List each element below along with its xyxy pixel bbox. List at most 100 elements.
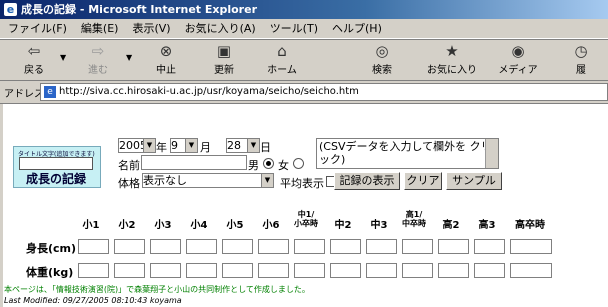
average-label: 平均表示 bbox=[280, 177, 324, 190]
male-label: 男 bbox=[248, 159, 259, 172]
chevron-down-icon: ▼ bbox=[185, 139, 197, 152]
height-cell[interactable] bbox=[330, 239, 361, 254]
weight-cell[interactable] bbox=[474, 263, 505, 278]
column-header: 小2 bbox=[118, 220, 136, 231]
title-input[interactable] bbox=[19, 157, 93, 170]
weight-cell[interactable] bbox=[510, 263, 552, 278]
day-unit: 日 bbox=[260, 141, 271, 154]
menu-view[interactable]: 表示(V) bbox=[132, 22, 170, 35]
weight-cell[interactable] bbox=[186, 263, 217, 278]
weight-cell[interactable] bbox=[294, 263, 325, 278]
male-radio[interactable] bbox=[263, 158, 274, 169]
menu-file[interactable]: ファイル(F) bbox=[8, 22, 67, 35]
textarea-scrollbar[interactable] bbox=[485, 139, 498, 168]
menu-favorites[interactable]: お気に入り(A) bbox=[185, 22, 256, 35]
ie-logo-icon: e bbox=[4, 3, 17, 16]
weight-cell[interactable] bbox=[402, 263, 433, 278]
page-icon: e bbox=[44, 86, 56, 98]
history-button[interactable]: ◷ 履 bbox=[556, 42, 606, 76]
weight-cell[interactable] bbox=[366, 263, 397, 278]
height-cell[interactable] bbox=[402, 239, 433, 254]
window-title: 成長の記録 - Microsoft Internet Explorer bbox=[21, 3, 257, 16]
toolbar: ⇦ 戻る ▼ ⇨ 進む ▼ ⊗ 中止 ▣ 更新 ⌂ ホーム ◎ 検索 ★ お気に入り ◉ メディ… bbox=[0, 39, 608, 81]
menu-edit[interactable]: 編集(E) bbox=[81, 22, 119, 35]
weight-cell[interactable] bbox=[258, 263, 289, 278]
weight-cell[interactable] bbox=[150, 263, 181, 278]
footer-note: 本ページは、「情報技術演習(院)」で森葉翔子と小山の共同制作として作成しました。 bbox=[4, 285, 310, 294]
physique-select[interactable]: 表示なし ▼ bbox=[142, 173, 274, 188]
menu-help[interactable]: ヘルプ(H) bbox=[332, 22, 382, 35]
column-header: 中2 bbox=[334, 220, 352, 231]
forward-button[interactable]: ⇨ 進む bbox=[70, 42, 126, 76]
address-input[interactable]: e http://siva.cc.hirosaki-u.ac.jp/usr/koy… bbox=[40, 83, 608, 101]
height-cell[interactable] bbox=[222, 239, 253, 254]
chevron-down-icon: ▼ bbox=[247, 139, 259, 152]
day-select[interactable]: 28 ▼ bbox=[226, 138, 260, 153]
height-cell[interactable] bbox=[150, 239, 181, 254]
height-cell[interactable] bbox=[186, 239, 217, 254]
year-unit: 年 bbox=[156, 141, 167, 154]
column-header: 小3 bbox=[154, 220, 172, 231]
height-cell[interactable] bbox=[438, 239, 469, 254]
refresh-icon: ▣ bbox=[216, 42, 232, 60]
weight-cell[interactable] bbox=[330, 263, 361, 278]
column-header: 中3 bbox=[370, 220, 388, 231]
forward-dropdown-icon[interactable]: ▼ bbox=[126, 53, 132, 62]
address-bar: アドレス(D) e http://siva.cc.hirosaki-u.ac.jp… bbox=[0, 81, 608, 104]
chevron-down-icon: ▼ bbox=[143, 139, 155, 152]
chevron-down-icon: ▼ bbox=[261, 174, 273, 187]
back-dropdown-icon[interactable]: ▼ bbox=[60, 53, 66, 62]
height-cell[interactable] bbox=[294, 239, 325, 254]
column-header: 小6 bbox=[262, 220, 280, 231]
show-records-button[interactable]: 記録の表示 bbox=[334, 172, 400, 190]
height-cell[interactable] bbox=[114, 239, 145, 254]
sample-button[interactable]: サンプル bbox=[446, 172, 502, 190]
month-unit: 月 bbox=[200, 141, 211, 154]
height-cell[interactable] bbox=[78, 239, 109, 254]
column-header: 高2 bbox=[442, 220, 460, 231]
name-label: 名前 bbox=[118, 159, 140, 172]
column-header: 小5 bbox=[226, 220, 244, 231]
window-titlebar: e 成長の記録 - Microsoft Internet Explorer bbox=[0, 0, 608, 19]
search-icon: ◎ bbox=[375, 42, 389, 60]
page-title: 成長の記録 bbox=[26, 172, 87, 186]
column-header: 小4 bbox=[190, 220, 208, 231]
column-header: 高3 bbox=[478, 220, 496, 231]
back-arrow-icon: ⇦ bbox=[27, 42, 41, 60]
clear-button[interactable]: クリア bbox=[404, 172, 442, 190]
height-cell[interactable] bbox=[510, 239, 552, 254]
height-cell[interactable] bbox=[474, 239, 505, 254]
row-header-height: 身長(cm) bbox=[26, 242, 77, 255]
footer-modified: Last Modified: 09/27/2005 08:10:43 koyam… bbox=[4, 296, 182, 305]
row-header-weight: 体重(kg) bbox=[26, 266, 74, 279]
media-icon: ◉ bbox=[511, 42, 525, 60]
menu-tools[interactable]: ツール(T) bbox=[270, 22, 318, 35]
home-button[interactable]: ⌂ ホーム bbox=[254, 42, 310, 76]
stop-button[interactable]: ⊗ 中止 bbox=[138, 42, 194, 76]
title-box: タイトル文字(追加できます) 成長の記録 bbox=[13, 146, 101, 188]
media-button[interactable]: ◉ メディア bbox=[490, 42, 546, 76]
column-header: 高卒時 bbox=[515, 220, 545, 231]
name-input[interactable] bbox=[141, 155, 247, 170]
weight-cell[interactable] bbox=[438, 263, 469, 278]
csv-textarea[interactable]: (CSVデータを入力して欄外を クリック) bbox=[316, 138, 499, 169]
weight-cell[interactable] bbox=[78, 263, 109, 278]
height-cell[interactable] bbox=[366, 239, 397, 254]
weight-cell[interactable] bbox=[222, 263, 253, 278]
column-header: 高1/中卒時 bbox=[402, 210, 426, 228]
menu-bar: ファイル(F) 編集(E) 表示(V) お気に入り(A) ツール(T) ヘルプ(H) bbox=[0, 19, 608, 39]
column-header: 中1/小卒時 bbox=[294, 210, 318, 228]
column-header: 小1 bbox=[82, 220, 100, 231]
female-radio[interactable] bbox=[293, 158, 304, 169]
back-button[interactable]: ⇦ 戻る bbox=[6, 42, 62, 76]
physique-label: 体格 bbox=[118, 177, 140, 190]
search-button[interactable]: ◎ 検索 bbox=[354, 42, 410, 76]
refresh-button[interactable]: ▣ 更新 bbox=[196, 42, 252, 76]
female-label: 女 bbox=[278, 159, 289, 172]
weight-cell[interactable] bbox=[114, 263, 145, 278]
address-url: http://siva.cc.hirosaki-u.ac.jp/usr/koya… bbox=[59, 86, 359, 97]
year-select[interactable]: 2005 ▼ bbox=[118, 138, 156, 153]
month-select[interactable]: 9 ▼ bbox=[170, 138, 198, 153]
height-cell[interactable] bbox=[258, 239, 289, 254]
favorites-button[interactable]: ★ お気に入り bbox=[424, 42, 480, 76]
